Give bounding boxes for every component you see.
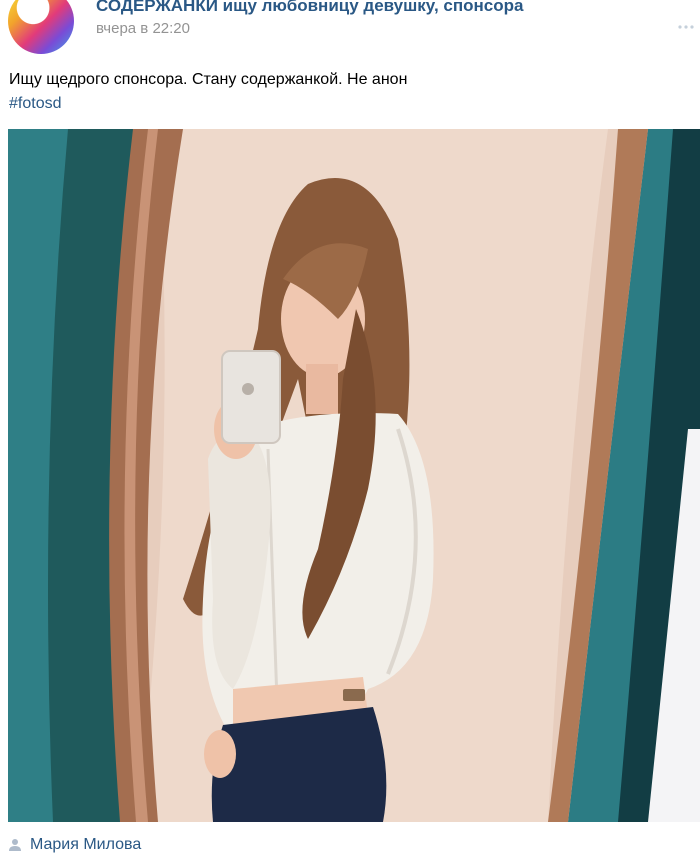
signer-name: Мария Милова — [30, 836, 142, 853]
post-photo[interactable] — [8, 129, 700, 822]
post-date[interactable]: вчера в 22:20 — [96, 20, 190, 37]
user-icon — [9, 839, 21, 851]
community-avatar[interactable] — [8, 0, 74, 54]
post-author-link[interactable]: СОДЕРЖАНКИ ищу любовницу девушку, спонсо… — [96, 0, 523, 16]
more-icon[interactable] — [676, 20, 696, 34]
wall-post: СОДЕРЖАНКИ ищу любовницу девушку, спонсо… — [0, 0, 700, 859]
post-signer[interactable]: Мария Милова — [8, 833, 141, 857]
post-text: Ищу щедрого спонсора. Стану содержанкой.… — [9, 71, 408, 88]
hashtag-link[interactable]: #fotosd — [9, 92, 61, 115]
